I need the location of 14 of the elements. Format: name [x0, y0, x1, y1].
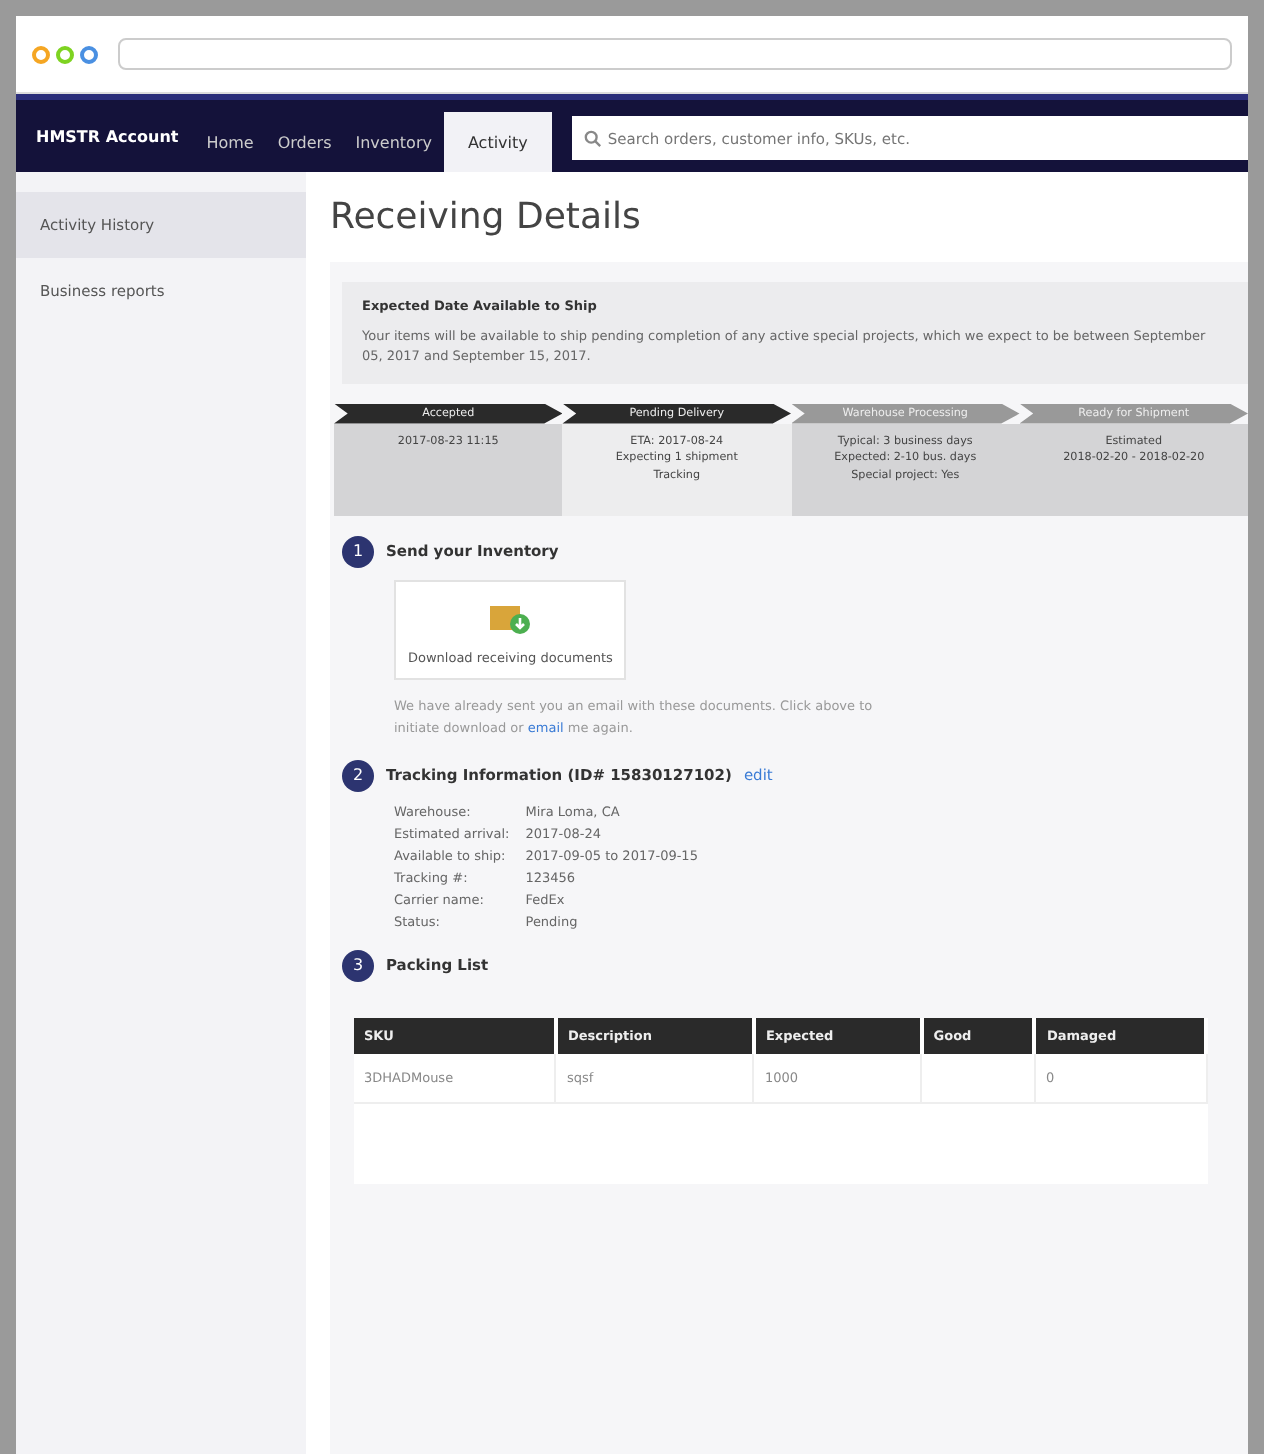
folder-download-icon	[488, 601, 533, 634]
step-number-badge: 3	[342, 949, 374, 982]
nav-tab[interactable]: Orders	[265, 112, 344, 172]
page-title: Receiving Details	[330, 196, 643, 238]
address-bar[interactable]	[118, 38, 1232, 70]
window-control-icon[interactable]	[56, 45, 74, 63]
nav-tab[interactable]: Home	[194, 112, 266, 172]
nav-tab[interactable]: Inventory	[343, 112, 444, 172]
step-number-badge: 2	[342, 759, 374, 792]
nav-tab[interactable]: Activity	[443, 112, 552, 172]
window-control-icon[interactable]	[80, 45, 98, 63]
step-number-badge: 1	[342, 535, 374, 568]
brand-name: HMSTR Account	[36, 127, 179, 145]
window-control-icon[interactable]	[32, 45, 50, 63]
